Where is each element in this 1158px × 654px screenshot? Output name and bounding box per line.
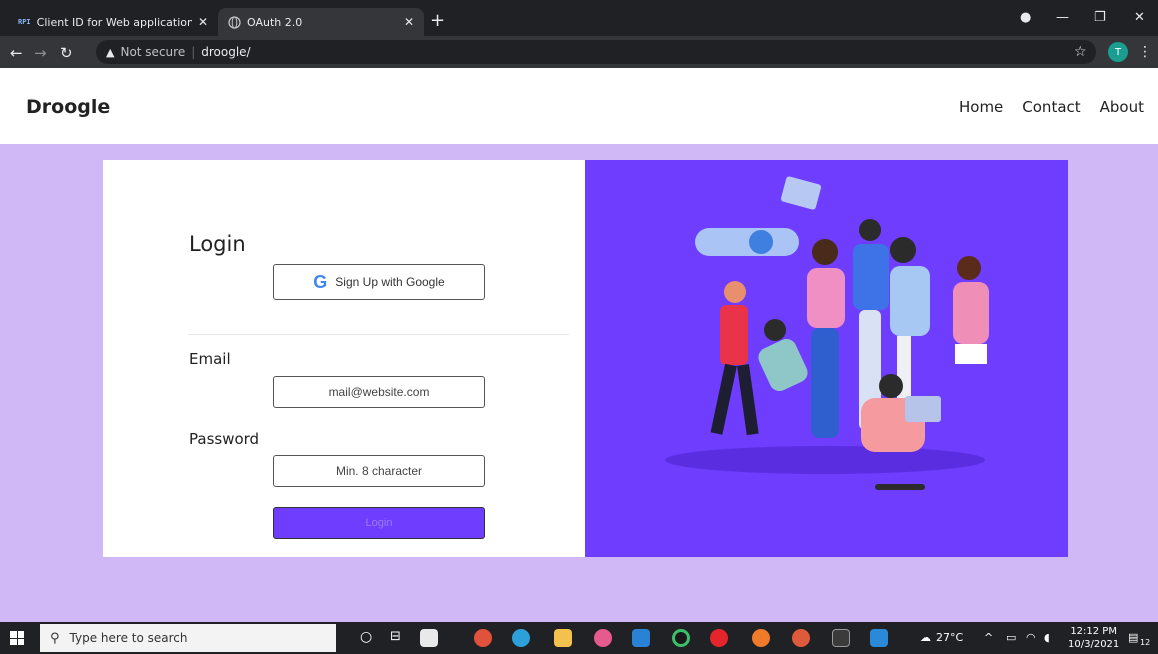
notification-count: 12	[1140, 638, 1151, 647]
google-g-icon: G	[313, 271, 328, 292]
reload-icon[interactable]: ↻	[60, 44, 73, 62]
taskbar-search-box[interactable]: ⚲ Type here to search	[40, 624, 336, 652]
nav-link-about[interactable]: About	[1100, 98, 1144, 116]
browser-tab-strip: RPI Client ID for Web application – A ✕ …	[0, 0, 1158, 36]
login-card: Login G Sign Up with Google Email Passwo…	[103, 160, 1068, 557]
mail-icon[interactable]	[632, 629, 650, 647]
password-label: Password	[189, 430, 260, 448]
terminal-icon[interactable]	[832, 629, 850, 647]
clock-date: 10/3/2021	[1068, 639, 1120, 650]
chevron-up-icon[interactable]: ^	[984, 631, 993, 644]
minimize-icon[interactable]: —	[1056, 10, 1069, 25]
task-view-icon[interactable]: ⊟	[390, 629, 401, 644]
tab-client-id[interactable]: RPI Client ID for Web application – A ✕	[8, 8, 218, 36]
site-header: Droogle Home Contact About	[0, 68, 1158, 144]
back-icon[interactable]: ←	[10, 44, 23, 62]
weather-icon[interactable]: ☁	[920, 631, 931, 644]
app-icon[interactable]	[752, 629, 770, 647]
url-text[interactable]: droogle/	[201, 45, 250, 59]
opera-icon[interactable]	[710, 629, 728, 647]
clock-time: 12:12 PM	[1070, 626, 1117, 637]
people-illustration	[665, 176, 989, 490]
rpi-favicon-icon: RPI	[18, 18, 31, 26]
email-input[interactable]	[273, 376, 485, 408]
notification-icon[interactable]: ▤	[1128, 631, 1138, 644]
google-signup-label: Sign Up with Google	[335, 275, 445, 289]
new-tab-icon[interactable]: +	[430, 10, 445, 31]
address-bar-row: ← → ↻ ▲ Not secure | droogle/ ☆	[0, 36, 1158, 68]
google-signup-button[interactable]: G Sign Up with Google	[273, 264, 485, 300]
profile-menu-icon[interactable]: ●	[1020, 10, 1031, 25]
brand-logo[interactable]: Droogle	[26, 96, 110, 118]
restore-icon[interactable]: ❐	[1094, 10, 1106, 25]
email-label: Email	[189, 350, 231, 368]
app-icon[interactable]	[672, 629, 690, 647]
windows-start-icon[interactable]	[10, 631, 24, 645]
windows-taskbar: ⚲ Type here to search ○ ⊟ ☁ 27°C ^ ▭ ◠ ◖…	[0, 622, 1158, 654]
tab-title: Client ID for Web application – A	[36, 15, 192, 29]
forward-icon[interactable]: →	[34, 44, 47, 62]
clock[interactable]: 12:12 PM 10/3/2021	[1068, 625, 1119, 651]
temperature-text[interactable]: 27°C	[936, 631, 963, 644]
app-icon[interactable]	[594, 629, 612, 647]
chrome-profile-icon[interactable]	[792, 629, 810, 647]
login-title: Login	[189, 232, 246, 256]
close-window-icon[interactable]: ✕	[1134, 10, 1145, 25]
file-explorer-icon[interactable]	[554, 629, 572, 647]
edge-icon[interactable]	[512, 629, 530, 647]
chrome-icon[interactable]	[474, 629, 492, 647]
vscode-icon[interactable]	[870, 629, 888, 647]
menu-kebab-icon[interactable]: ⋮	[1138, 44, 1152, 60]
profile-avatar[interactable]: T	[1108, 42, 1128, 62]
cortana-icon[interactable]: ○	[360, 629, 372, 645]
omnibox[interactable]: ▲ Not secure | droogle/	[96, 40, 1096, 64]
login-submit-button[interactable]: Login	[273, 507, 485, 539]
divider	[188, 334, 569, 335]
tab-title: OAuth 2.0	[247, 15, 303, 29]
wifi-icon[interactable]: ◠	[1026, 631, 1036, 644]
search-icon: ⚲	[50, 630, 60, 646]
volume-icon[interactable]: ◖	[1044, 631, 1050, 644]
omnibox-separator: |	[191, 45, 196, 59]
illustration-panel	[585, 160, 1068, 557]
bookmark-star-icon[interactable]: ☆	[1074, 44, 1087, 60]
nav-link-contact[interactable]: Contact	[1022, 98, 1080, 116]
close-icon[interactable]: ✕	[198, 15, 208, 29]
globe-icon	[228, 15, 241, 29]
nav-link-home[interactable]: Home	[959, 98, 1003, 116]
tab-oauth[interactable]: OAuth 2.0 ✕	[218, 8, 424, 36]
store-icon[interactable]	[420, 629, 438, 647]
taskbar-search-placeholder: Type here to search	[69, 631, 188, 645]
security-label[interactable]: Not secure	[120, 45, 185, 59]
password-input[interactable]	[273, 455, 485, 487]
site-nav: Home Contact About	[959, 98, 1144, 116]
battery-icon[interactable]: ▭	[1006, 631, 1016, 644]
warning-icon[interactable]: ▲	[106, 46, 114, 59]
close-icon[interactable]: ✕	[404, 15, 414, 29]
login-form-panel: Login G Sign Up with Google Email Passwo…	[103, 160, 585, 557]
